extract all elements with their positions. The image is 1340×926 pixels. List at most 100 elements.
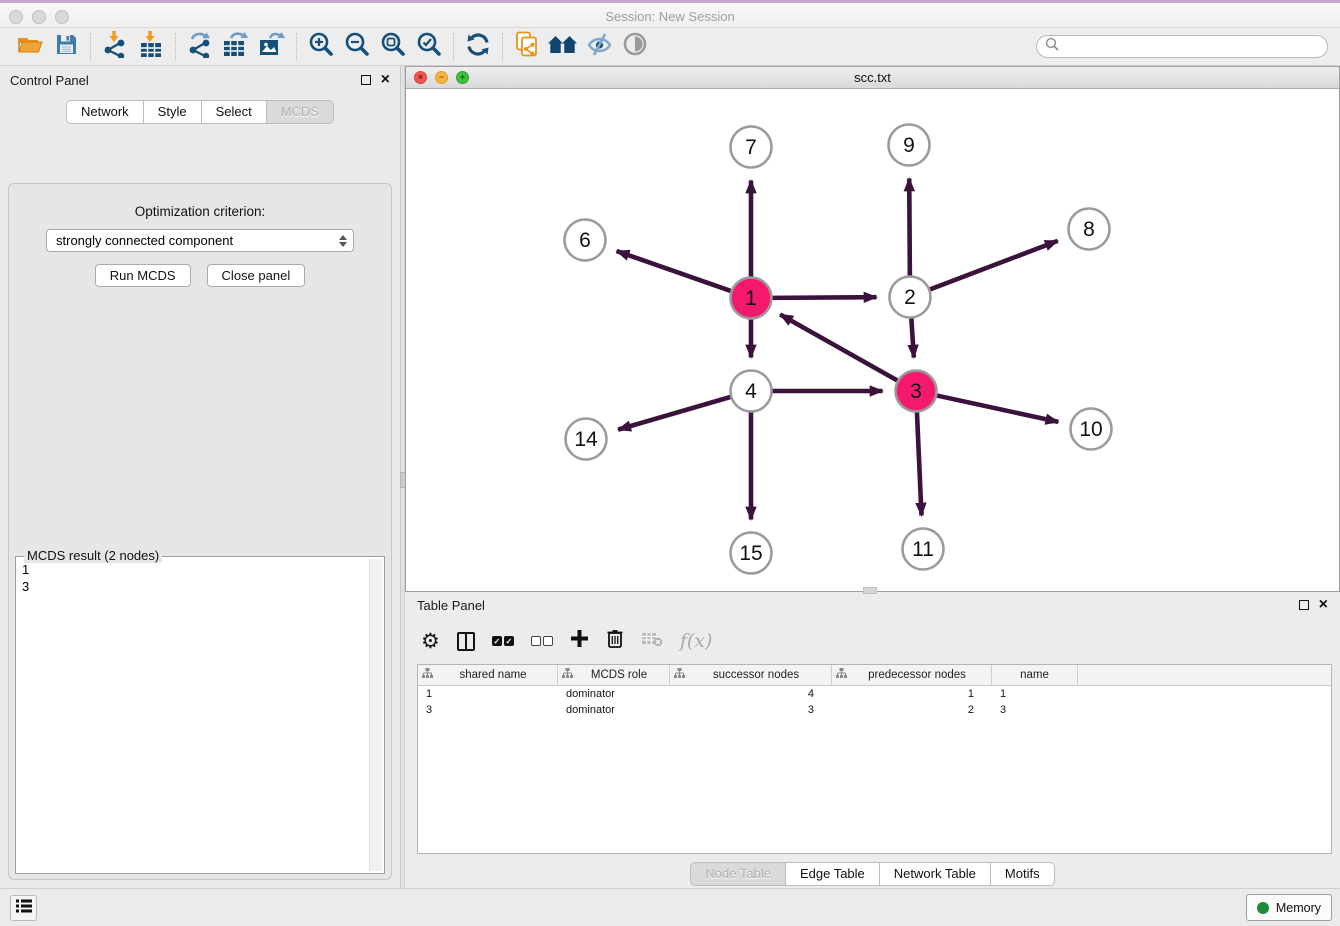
import-network-icon [101,30,129,63]
open-folder-icon [17,33,44,60]
table-cell[interactable]: 1 [832,688,992,700]
search-input[interactable] [1063,39,1319,55]
run-mcds-button[interactable]: Run MCDS [95,264,191,287]
import-network-button[interactable] [97,31,133,63]
select-all-button[interactable]: ✓✓ [492,636,514,646]
graph-edge-1-6[interactable] [617,251,731,291]
open-session-button[interactable] [12,31,48,63]
tab-node-table[interactable]: Node Table [690,862,786,886]
hierarchy-icon [836,668,847,682]
table-settings-button[interactable]: ⚙ [421,631,440,652]
memory-label: Memory [1276,901,1321,915]
table-cell[interactable]: 4 [670,688,832,700]
zoom-selected-icon [416,31,443,63]
column-header-label: shared name [433,669,553,681]
tab-motifs[interactable]: Motifs [990,862,1055,886]
show-column-button[interactable] [457,632,475,651]
table-panel-title: Table Panel [417,598,1299,613]
unchecked-box-icon [531,636,541,646]
eye-icon [622,31,648,62]
mcds-result-text[interactable]: 13 [18,559,368,871]
table-cell[interactable]: 3 [992,704,1078,716]
tab-style[interactable]: Style [143,100,202,124]
column-header-MCDS-role[interactable]: MCDS role [558,665,670,685]
deselect-all-button[interactable] [531,636,553,646]
graph-edge-2-3[interactable] [911,318,913,357]
clone-network-button[interactable] [509,31,545,63]
column-header-predecessor-nodes[interactable]: predecessor nodes [832,665,992,685]
show-all-button[interactable] [617,31,653,63]
graph-edge-4-14[interactable] [618,397,730,430]
function-builder-button[interactable]: f(x) [680,630,713,652]
graph-node-label-6: 6 [579,229,591,252]
result-scrollbar[interactable] [369,559,382,871]
zoom-fit-button[interactable] [375,31,411,63]
table-divider-grip[interactable] [863,587,877,594]
apply-layout-button[interactable] [460,31,496,63]
selected-criterion: strongly connected component [56,233,339,248]
tab-edge-table[interactable]: Edge Table [785,862,880,886]
column-header-label: MCDS role [573,669,665,681]
table-cell[interactable]: 1 [992,688,1078,700]
table-cell[interactable]: 3 [418,704,558,716]
graph-node-label-14: 14 [574,428,598,451]
table-row[interactable]: 1dominator411 [418,686,1331,702]
column-header-shared-name[interactable]: shared name [418,665,558,685]
tab-mcds[interactable]: MCDS [266,100,334,124]
mcds-tab-content: Optimization criterion: strongly connect… [8,183,392,880]
save-icon [56,34,77,60]
table-cell[interactable]: 1 [418,688,558,700]
toolbar-search [1036,35,1328,58]
hide-selected-button[interactable] [581,31,617,63]
float-panel-icon[interactable] [361,75,371,85]
delete-row-button[interactable] [606,628,624,654]
import-table-button[interactable] [133,31,169,63]
network-view-window: × − + scc.txt 1234678910111415 [405,66,1340,592]
graph-edge-3-11[interactable] [917,412,922,515]
graph-edge-2-8[interactable] [930,241,1058,289]
memory-status-icon [1257,902,1269,914]
close-panel-button[interactable]: Close panel [207,264,306,287]
export-image-button[interactable] [254,31,290,63]
zoom-out-button[interactable] [339,31,375,63]
list-icon [15,898,33,919]
table-cell[interactable]: 2 [832,704,992,716]
graph-edge-3-10[interactable] [937,396,1058,422]
graph-node-label-7: 7 [745,136,757,159]
memory-button[interactable]: Memory [1246,894,1332,921]
float-table-panel-icon[interactable] [1299,600,1309,610]
session-title: Session: New Session [0,9,1340,24]
tab-network[interactable]: Network [66,100,144,124]
graph-edge-2-9[interactable] [909,178,910,275]
table-cell[interactable]: 3 [670,704,832,716]
column-header-label: successor nodes [685,669,827,681]
graph-node-label-4: 4 [745,380,757,403]
column-header-successor-nodes[interactable]: successor nodes [670,665,832,685]
network-canvas[interactable]: 1234678910111415 [406,89,1339,591]
zoom-in-icon [308,31,335,63]
table-cell[interactable]: dominator [558,688,670,700]
node-table-header: shared name MCDS role successor nodes prede… [418,665,1331,686]
table-cell[interactable]: dominator [558,704,670,716]
graph-edge-3-1[interactable] [780,314,897,380]
delete-table-button[interactable] [641,631,663,652]
close-table-panel-icon[interactable]: × [1319,600,1328,610]
close-panel-icon[interactable]: × [381,75,390,85]
checked-box-icon: ✓ [504,636,514,646]
table-row[interactable]: 3dominator323 [418,702,1331,718]
column-header-name[interactable]: name [992,665,1078,685]
task-history-button[interactable] [10,895,37,921]
export-table-icon [222,30,250,63]
optimization-criterion-select[interactable]: strongly connected component [46,229,354,252]
export-network-button[interactable] [182,31,218,63]
tab-select[interactable]: Select [201,100,267,124]
export-table-button[interactable] [218,31,254,63]
zoom-selected-button[interactable] [411,31,447,63]
save-session-button[interactable] [48,31,84,63]
hierarchy-icon [422,668,433,682]
zoom-in-button[interactable] [303,31,339,63]
first-neighbors-button[interactable] [545,31,581,63]
add-row-button[interactable] [570,629,589,653]
tab-network-table[interactable]: Network Table [879,862,991,886]
graph-edge-1-2[interactable] [772,297,876,298]
